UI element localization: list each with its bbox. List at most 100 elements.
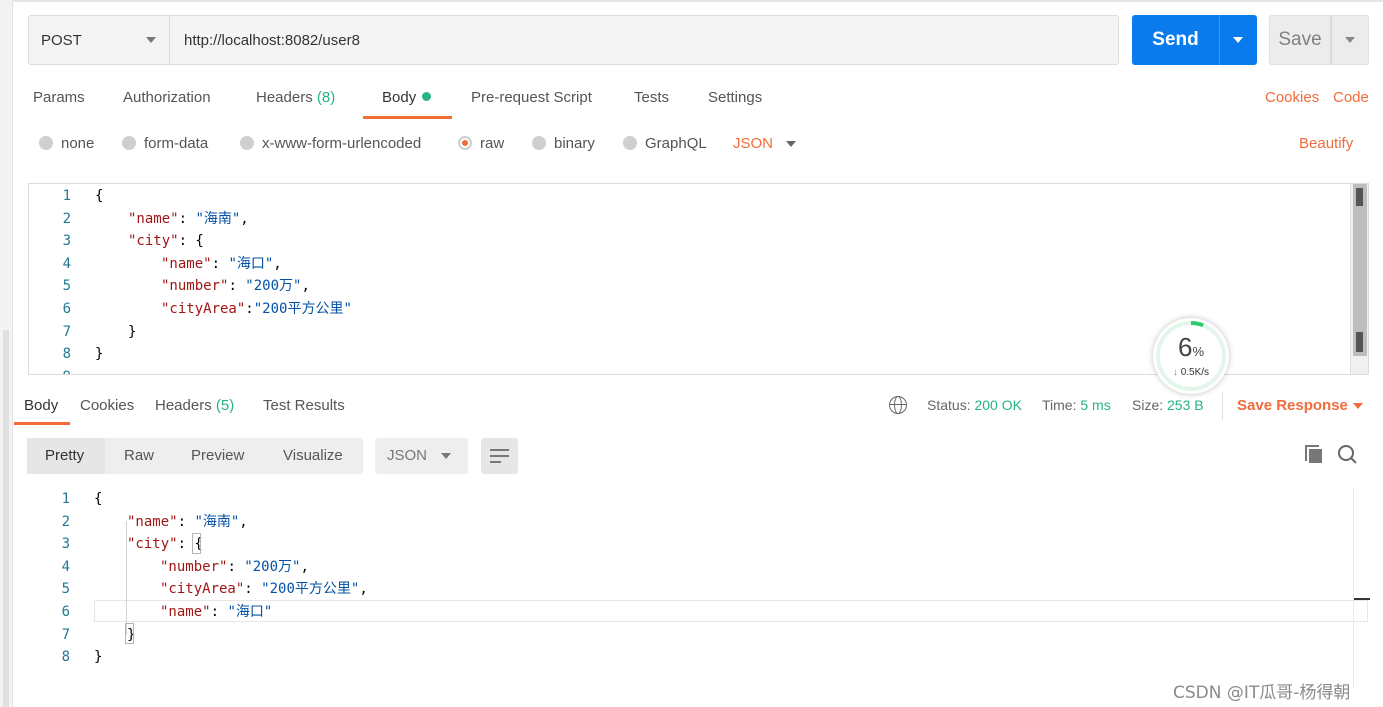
editor-scrollbar[interactable] bbox=[1350, 184, 1368, 374]
view-raw-button[interactable]: Raw bbox=[124, 438, 154, 474]
json-key: "name" bbox=[160, 604, 211, 620]
json-punctuation: , bbox=[240, 210, 249, 227]
copy-icon[interactable] bbox=[1305, 445, 1323, 463]
code-line: 4 "name": "海口", bbox=[29, 253, 1368, 275]
response-tab-test-results[interactable]: Test Results bbox=[263, 397, 345, 414]
code-line: 2 "name": "海南", bbox=[29, 208, 1368, 230]
line-number: 1 bbox=[62, 188, 71, 204]
radio-graphql[interactable] bbox=[623, 136, 637, 150]
response-tab-headers[interactable]: Headers (5) bbox=[155, 397, 234, 414]
code-text: "name": "海口", bbox=[161, 253, 282, 275]
line-number: 6 bbox=[61, 604, 70, 620]
radio-form-data-label[interactable]: form-data bbox=[144, 135, 208, 152]
method-select[interactable]: POST bbox=[28, 15, 170, 65]
sidebar-scroll-track[interactable] bbox=[3, 330, 9, 707]
json-string: "海口" bbox=[228, 255, 274, 272]
search-icon[interactable] bbox=[1338, 445, 1358, 465]
code-link[interactable]: Code bbox=[1333, 89, 1369, 106]
radio-binary-label[interactable]: binary bbox=[554, 135, 595, 152]
radio-binary[interactable] bbox=[532, 136, 546, 150]
chevron-down-icon[interactable] bbox=[786, 141, 796, 147]
json-key: "cityArea" bbox=[161, 301, 246, 317]
response-body-viewer[interactable]: 1{2 "name": "海南", 3 "city": {4 "number": "20… bbox=[28, 488, 1370, 688]
code-text: "cityArea":"200平方公里" bbox=[161, 298, 352, 320]
send-button[interactable]: Send bbox=[1132, 15, 1219, 65]
time-label: Time: bbox=[1042, 397, 1077, 413]
json-string: "200万" bbox=[244, 558, 301, 575]
chevron-down-icon bbox=[441, 453, 451, 459]
save-options-button[interactable] bbox=[1331, 15, 1369, 65]
chevron-down-icon[interactable] bbox=[1353, 403, 1363, 409]
globe-icon[interactable] bbox=[889, 396, 907, 414]
radio-urlencoded[interactable] bbox=[240, 136, 254, 150]
tab-authorization[interactable]: Authorization bbox=[123, 89, 211, 106]
json-key: "name" bbox=[161, 255, 212, 272]
network-percent-value: 6 bbox=[1177, 332, 1193, 362]
code-line: 5 "cityArea": "200平方公里", bbox=[28, 578, 1369, 600]
scrollbar-thumb[interactable] bbox=[1353, 184, 1367, 356]
code-text: "number": "200万", bbox=[161, 275, 310, 297]
code-line: 5 "number": "200万", bbox=[29, 275, 1368, 297]
radio-graphql-label[interactable]: GraphQL bbox=[645, 135, 707, 152]
line-number: 3 bbox=[61, 536, 70, 553]
response-scrollbar[interactable] bbox=[1353, 488, 1370, 688]
body-modified-dot-icon bbox=[422, 92, 432, 101]
view-visualize-button[interactable]: Visualize bbox=[283, 438, 343, 474]
view-pretty-button[interactable]: Pretty bbox=[27, 438, 105, 474]
json-punctuation: : bbox=[178, 210, 196, 227]
radio-raw[interactable] bbox=[458, 136, 472, 150]
beautify-link[interactable]: Beautify bbox=[1299, 135, 1353, 152]
line-number: 8 bbox=[62, 346, 71, 363]
wrap-lines-button[interactable] bbox=[481, 438, 518, 474]
wrap-lines-icon bbox=[490, 449, 509, 451]
json-punctuation: : bbox=[211, 255, 229, 272]
json-punctuation: : bbox=[177, 513, 195, 530]
code-text: { bbox=[94, 488, 102, 510]
arrow-down-icon: ↓ bbox=[1172, 367, 1178, 378]
divider bbox=[1222, 392, 1223, 420]
radio-none[interactable] bbox=[39, 136, 53, 150]
radio-raw-label[interactable]: raw bbox=[480, 135, 504, 152]
send-options-button[interactable] bbox=[1219, 15, 1257, 65]
network-speed-widget: 6% ↓ 0.5K/s bbox=[1153, 318, 1229, 394]
tab-prerequest-script[interactable]: Pre-request Script bbox=[471, 89, 592, 106]
tab-headers[interactable]: Headers (8) bbox=[256, 89, 335, 106]
json-key: "cityArea" bbox=[160, 581, 245, 598]
tab-params[interactable]: Params bbox=[33, 89, 85, 106]
response-tab-headers-label: Headers bbox=[155, 397, 212, 414]
network-percent: 6% bbox=[1153, 332, 1229, 363]
tab-tests[interactable]: Tests bbox=[634, 89, 669, 106]
radio-urlencoded-label[interactable]: x-www-form-urlencoded bbox=[262, 135, 421, 152]
radio-form-data[interactable] bbox=[122, 136, 136, 150]
save-response-button[interactable]: Save Response bbox=[1237, 397, 1348, 414]
response-tab-body[interactable]: Body bbox=[24, 397, 58, 414]
view-preview-button[interactable]: Preview bbox=[191, 438, 244, 474]
status-value: 200 OK bbox=[974, 397, 1022, 413]
response-format-select[interactable]: JSON bbox=[375, 438, 468, 474]
save-button[interactable]: Save bbox=[1269, 15, 1331, 65]
cookies-link[interactable]: Cookies bbox=[1265, 89, 1319, 106]
code-text: } bbox=[95, 343, 103, 365]
code-line: 3 "city": { bbox=[28, 533, 1369, 555]
code-line: 1{ bbox=[28, 488, 1369, 510]
json-string: "200万" bbox=[245, 278, 302, 295]
json-key: "number" bbox=[161, 278, 229, 295]
wrap-lines-icon-line bbox=[490, 461, 501, 463]
tab-settings[interactable]: Settings bbox=[708, 89, 762, 106]
json-string: "海南" bbox=[195, 210, 241, 227]
url-input[interactable] bbox=[170, 15, 1119, 65]
status-info: Status: 200 OK bbox=[927, 397, 1022, 413]
radio-none-label[interactable]: none bbox=[61, 135, 94, 152]
json-punctuation: , bbox=[300, 558, 309, 575]
code-text: "name": "海口" bbox=[160, 601, 272, 623]
size-value: 253 B bbox=[1167, 397, 1204, 413]
chevron-down-icon bbox=[146, 37, 156, 43]
json-punctuation: : bbox=[210, 604, 228, 620]
body-format-select[interactable]: JSON bbox=[733, 135, 773, 152]
code-line: 4 "number": "200万", bbox=[28, 556, 1369, 578]
code-text: "cityArea": "200平方公里", bbox=[160, 578, 368, 600]
top-divider bbox=[13, 0, 1383, 2]
code-text: "name": "海南", bbox=[127, 511, 248, 533]
response-tab-cookies[interactable]: Cookies bbox=[80, 397, 134, 414]
tab-body[interactable]: Body bbox=[382, 89, 432, 106]
